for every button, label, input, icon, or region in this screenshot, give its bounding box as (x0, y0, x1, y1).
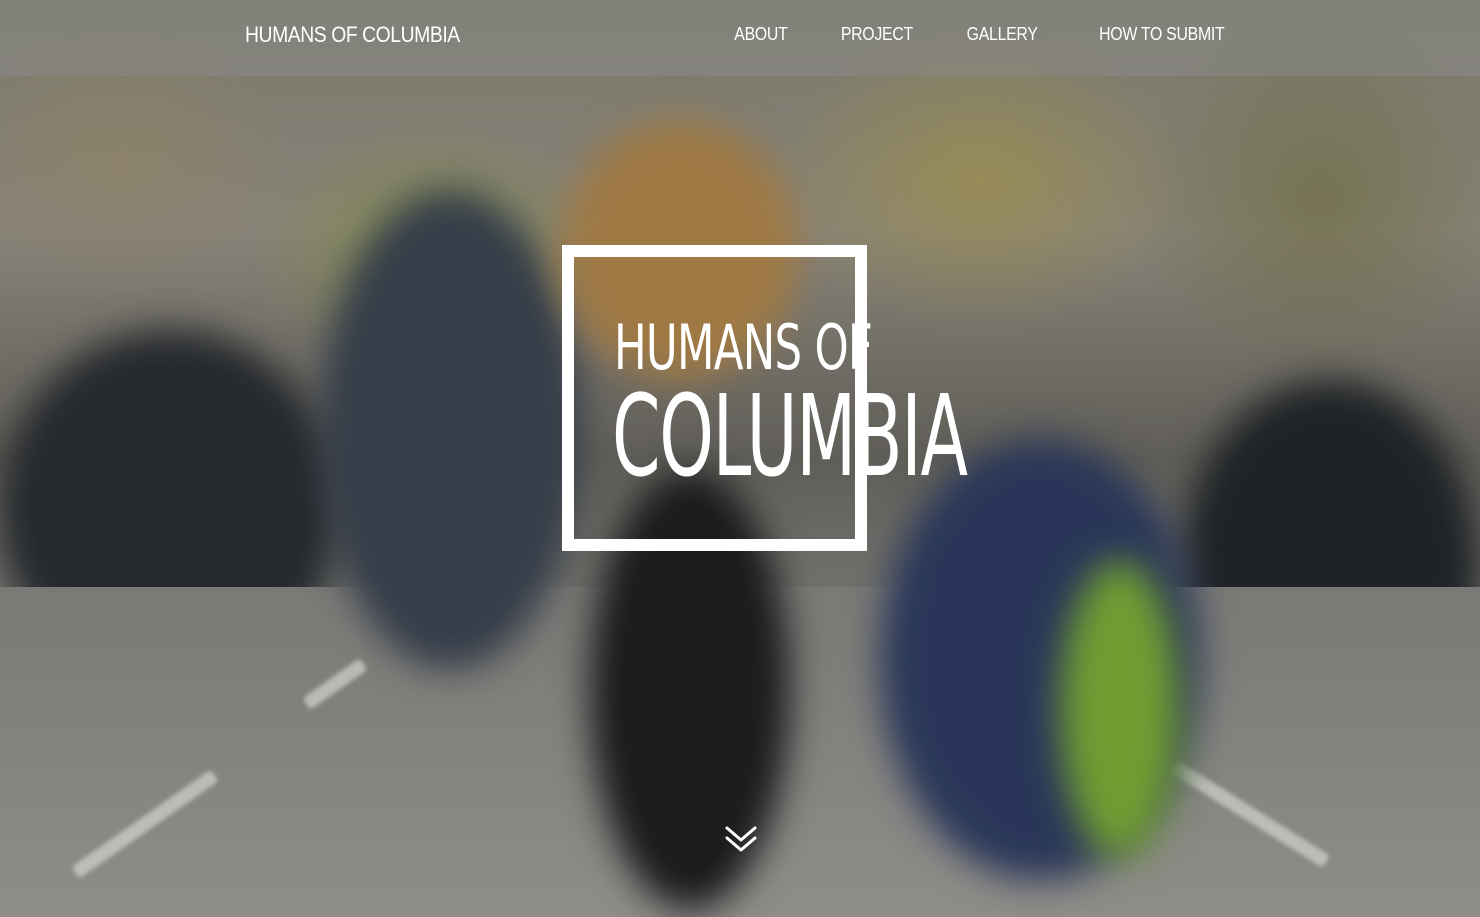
nav-link-gallery[interactable]: GALLERY (967, 24, 1038, 45)
navbar: HUMANS OF COLUMBIA ABOUT PROJECT GALLERY… (0, 0, 1480, 76)
logo-line-columbia: COLUMBIA (612, 372, 968, 502)
logo-line-humans-of: HUMANS OF (614, 311, 873, 384)
nav-links: ABOUT PROJECT GALLERY HOW TO SUBMIT (683, 24, 1225, 45)
double-chevron-down-icon[interactable] (723, 822, 759, 856)
page: HUMANS OF COLUMBIA ABOUT PROJECT GALLERY… (0, 0, 1480, 917)
nav-link-project[interactable]: PROJECT (841, 24, 913, 45)
brand-link[interactable]: HUMANS OF COLUMBIA (245, 22, 460, 48)
nav-link-how-to-submit[interactable]: HOW TO SUBMIT (1099, 24, 1225, 45)
nav-link-about[interactable]: ABOUT (734, 24, 788, 45)
hero-logo: HUMANS OF COLUMBIA (562, 245, 1034, 551)
